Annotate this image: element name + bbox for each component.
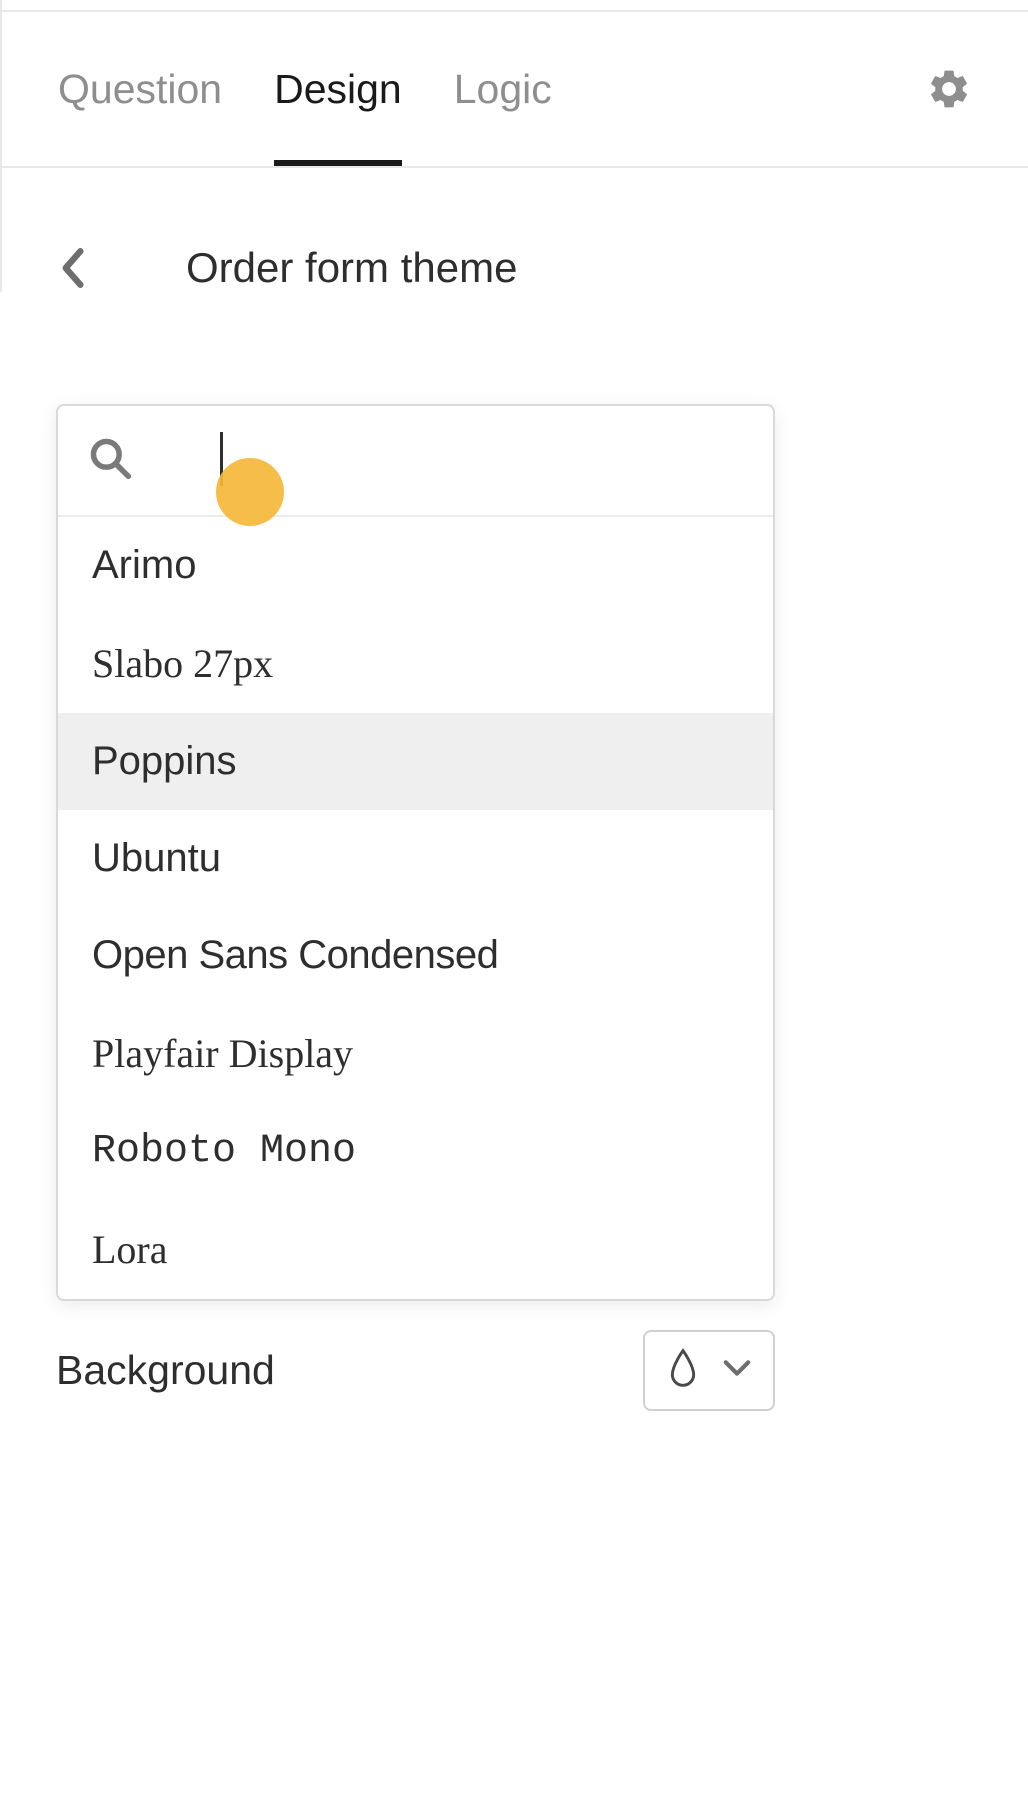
tabs-row: Question Design Logic [2,12,1028,168]
cursor-highlight-icon [216,458,284,526]
font-option-open-sans-condensed[interactable]: Open Sans Condensed [58,907,773,1004]
background-row: Background [56,1330,775,1411]
chevron-down-icon [723,1359,751,1382]
background-label: Background [56,1347,275,1394]
theme-header: Order form theme [2,168,1028,292]
font-option-ubuntu[interactable]: Ubuntu [58,810,773,907]
back-chevron-icon[interactable] [58,247,86,289]
font-option-arimo[interactable]: Arimo [58,517,773,614]
search-icon [88,436,132,485]
font-option-roboto-mono[interactable]: Roboto Mono [58,1103,773,1200]
font-option-poppins[interactable]: Poppins [58,713,773,810]
font-option-slabo-27px[interactable]: Slabo 27px [58,614,773,713]
tab-design[interactable]: Design [274,12,402,166]
font-list: ArimoSlabo 27pxPoppinsUbuntuOpen Sans Co… [58,517,773,1299]
top-border [2,0,1028,12]
drop-icon [667,1348,699,1393]
font-dropdown-panel: ArimoSlabo 27pxPoppinsUbuntuOpen Sans Co… [56,404,775,1301]
background-selector[interactable] [643,1330,775,1411]
tab-question[interactable]: Question [58,12,222,166]
gear-icon[interactable] [926,66,972,112]
page-title: Order form theme [186,244,517,292]
search-row [58,406,773,517]
tab-logic[interactable]: Logic [454,12,552,166]
font-option-lora[interactable]: Lora [58,1200,773,1299]
font-option-playfair-display[interactable]: Playfair Display [58,1004,773,1103]
